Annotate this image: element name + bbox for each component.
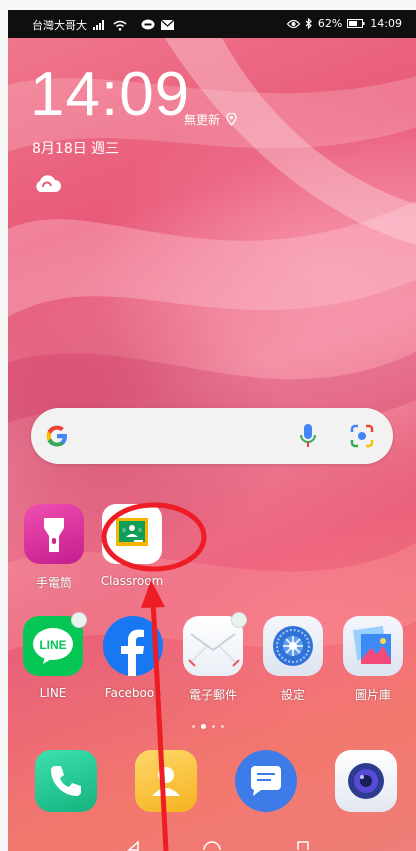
- weather-cloud-icon[interactable]: [32, 174, 62, 194]
- google-search-bar[interactable]: [31, 408, 393, 464]
- svg-text:LINE: LINE: [39, 638, 66, 652]
- weather-status[interactable]: 無更新: [184, 111, 237, 128]
- battery-percentage: 62%: [317, 17, 343, 30]
- app-email[interactable]: 電子郵件: [177, 612, 249, 703]
- wifi-icon: [113, 20, 127, 31]
- google-classroom-icon: [102, 504, 162, 564]
- dock-messages[interactable]: [230, 750, 302, 812]
- app-label-line: LINE: [39, 686, 67, 700]
- page-dot: [212, 725, 215, 728]
- dock-camera[interactable]: [330, 750, 402, 812]
- mic-icon[interactable]: [299, 422, 317, 450]
- app-label-email: 電子郵件: [188, 688, 237, 702]
- dock-phone[interactable]: [30, 750, 102, 812]
- navigation-bar: [127, 840, 309, 851]
- dock-contacts[interactable]: [130, 750, 202, 812]
- google-lens-icon[interactable]: [349, 423, 375, 449]
- google-logo-icon: [46, 425, 67, 447]
- app-label-gallery: 圖片庫: [354, 688, 391, 702]
- battery-icon: [347, 19, 365, 28]
- clock-widget-time[interactable]: 14:09: [30, 64, 190, 126]
- page-dot: [192, 725, 195, 728]
- app-line[interactable]: LINE LINE: [17, 612, 89, 700]
- messages-icon: [235, 750, 297, 812]
- app-label-classroom: Classroom: [100, 574, 164, 588]
- email-icon: [183, 612, 247, 676]
- page-dot-active: [201, 724, 206, 729]
- mail-notification-icon: [161, 20, 174, 30]
- notification-badge: [71, 612, 87, 628]
- app-classroom[interactable]: Classroom: [96, 504, 168, 588]
- weather-status-text: 無更新: [184, 113, 221, 127]
- settings-icon: [263, 616, 323, 676]
- line-icon: LINE: [23, 612, 87, 676]
- signal-icon: [93, 20, 104, 30]
- carrier-name: 台灣大哥大: [32, 19, 87, 32]
- eye-comfort-icon: [286, 19, 300, 28]
- bluetooth-icon: [305, 18, 312, 29]
- status-time: 14:09: [370, 17, 402, 30]
- app-flashlight[interactable]: 手電筒: [18, 504, 90, 591]
- notification-badge: [231, 612, 247, 628]
- phone-icon: [35, 750, 97, 812]
- contacts-icon: [135, 750, 197, 812]
- page-indicator[interactable]: [192, 724, 224, 729]
- clock-widget-date: 8月18日 週三: [32, 141, 120, 157]
- line-notification-icon: [141, 19, 155, 30]
- app-gallery[interactable]: 圖片庫: [337, 616, 409, 703]
- app-facebook[interactable]: Facebook: [97, 616, 169, 700]
- location-icon: [226, 113, 237, 126]
- status-bar: 台灣大哥大 62% 14:09: [8, 10, 416, 38]
- phone-home-screen: 台灣大哥大 62% 14:09 14:09 無更新 8月18日 週三 手電筒 C…: [8, 10, 416, 851]
- facebook-icon: [103, 616, 163, 676]
- app-label-settings: 設定: [280, 688, 305, 702]
- recents-icon[interactable]: [297, 841, 309, 850]
- app-label-flashlight: 手電筒: [35, 576, 72, 590]
- flashlight-icon: [24, 504, 84, 564]
- app-settings[interactable]: 設定: [257, 616, 329, 703]
- back-icon[interactable]: [127, 840, 139, 851]
- camera-icon: [335, 750, 397, 812]
- home-icon[interactable]: [203, 841, 221, 851]
- page-dot: [221, 725, 224, 728]
- gallery-icon: [343, 616, 403, 676]
- app-label-facebook: Facebook: [104, 686, 162, 700]
